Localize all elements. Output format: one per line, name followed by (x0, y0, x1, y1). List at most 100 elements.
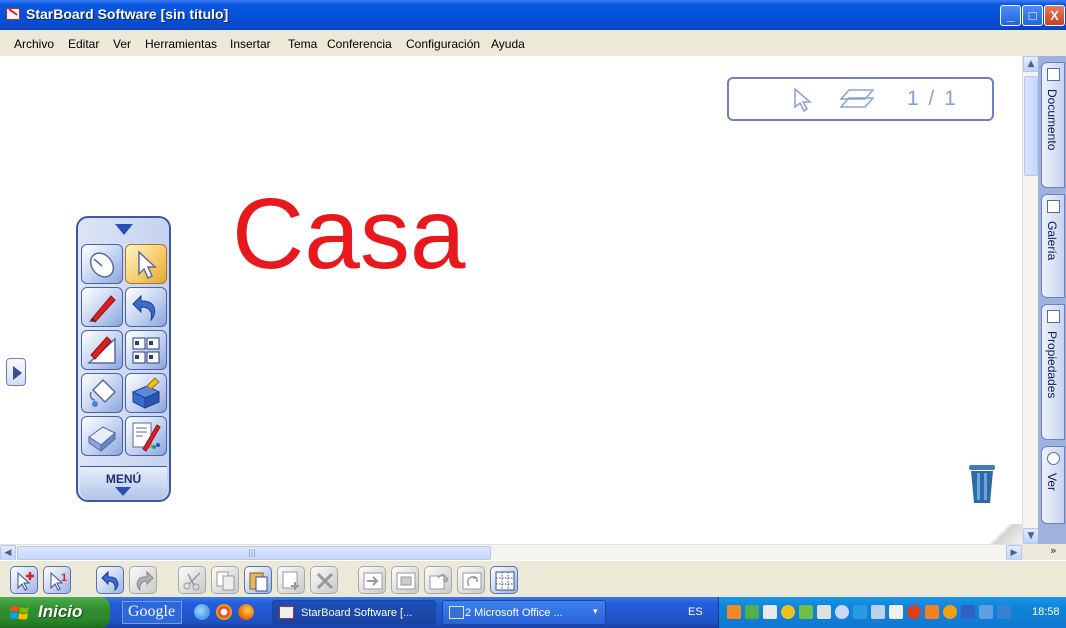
duplicate-icon (282, 571, 299, 590)
horizontal-scrollbar[interactable]: ◀ ||| ▶ (0, 544, 1022, 561)
task-starboard[interactable]: StarBoard Software [... (272, 600, 436, 625)
palette-menu-button[interactable]: MENÚ (80, 466, 167, 500)
menu-ayuda[interactable]: Ayuda (491, 37, 525, 51)
mouse-tool-button[interactable] (81, 244, 123, 284)
taskbar: Inicio Google StarBoard Software [... 2 … (0, 597, 1066, 628)
mouse-icon (89, 252, 115, 278)
canvas-text-casa[interactable]: Casa (232, 184, 465, 284)
tab-ver[interactable]: Ver (1041, 446, 1065, 524)
tray-starboard-icon[interactable] (763, 605, 777, 619)
properties-icon (1047, 310, 1060, 323)
horizontal-scroll-thumb[interactable]: ||| (17, 546, 491, 560)
tray-search-icon[interactable] (835, 605, 849, 619)
view-icon (1047, 452, 1060, 465)
select-arrow-icon[interactable] (793, 87, 813, 113)
toolbox-tool-button[interactable] (125, 373, 167, 413)
layers-icon[interactable] (839, 87, 875, 111)
menu-archivo[interactable]: Archivo (14, 37, 54, 51)
scroll-up-button[interactable]: ▲ (1023, 56, 1039, 72)
chevron-down-icon (115, 487, 131, 496)
side-panel: Documento Galería Propiedades Ver (1038, 56, 1066, 544)
copy-button[interactable] (211, 566, 239, 594)
panel-expand-corner[interactable]: » (1022, 544, 1066, 560)
tray-wireless-icon[interactable] (871, 605, 885, 619)
first-page-button[interactable]: 1 (43, 566, 71, 594)
start-button[interactable]: Inicio (0, 597, 110, 628)
tray-connection-icon[interactable] (853, 605, 867, 619)
tray-messenger-icon[interactable] (943, 605, 957, 619)
pen-tool-button[interactable] (81, 287, 123, 327)
tray-alert-icon[interactable] (925, 605, 939, 619)
page-navigator: 1 / 1 (727, 77, 994, 121)
pointer-tool-button[interactable] (125, 244, 167, 284)
collapse-palette-icon[interactable] (115, 224, 133, 235)
pen-ruler-tool-button[interactable] (81, 330, 123, 370)
google-toolbar[interactable]: Google (122, 601, 182, 624)
internet-explorer-icon[interactable] (194, 604, 210, 620)
eraser-tool-button[interactable] (81, 416, 123, 456)
flip-button[interactable] (457, 566, 485, 594)
tray-security-icon[interactable] (907, 605, 921, 619)
scroll-left-button[interactable]: ◀ (0, 545, 16, 561)
redo-button[interactable] (129, 566, 157, 594)
menu-tema[interactable]: Tema (288, 37, 317, 51)
tray-app-icon[interactable] (727, 605, 741, 619)
menu-herramientas[interactable]: Herramientas (145, 37, 217, 51)
trash-bin-icon[interactable] (968, 463, 996, 505)
tray-update-icon[interactable] (799, 605, 813, 619)
grid-button[interactable] (490, 566, 518, 594)
tray-volume-icon[interactable] (889, 605, 903, 619)
undo-button[interactable] (96, 566, 124, 594)
tray-shield-icon[interactable] (781, 605, 795, 619)
clock[interactable]: 18:58 (1032, 606, 1060, 618)
tray-network-icon[interactable] (745, 605, 759, 619)
media-player-icon[interactable] (216, 604, 232, 620)
menu-conferencia[interactable]: Conferencia (327, 37, 392, 51)
tray-display-icon[interactable] (961, 605, 975, 619)
cut-button[interactable] (178, 566, 206, 594)
vertical-scrollbar[interactable]: ▲ ▼ (1022, 56, 1039, 544)
delete-button[interactable] (310, 566, 338, 594)
menu-editar[interactable]: Editar (68, 37, 99, 51)
firefox-icon[interactable] (238, 604, 254, 620)
tray-pen-icon[interactable] (817, 605, 831, 619)
palette-menu-label: MENÚ (105, 472, 142, 486)
minimize-button[interactable]: _ (1000, 5, 1021, 26)
paste-icon (249, 572, 268, 592)
menu-insertar[interactable]: Insertar (230, 37, 271, 51)
pen-settings-tool-button[interactable] (125, 416, 167, 456)
expand-left-button[interactable] (6, 358, 26, 386)
tray-monitor-icon[interactable] (979, 605, 993, 619)
page-sorter-tool-button[interactable] (125, 330, 167, 370)
vertical-scroll-thumb[interactable] (1024, 76, 1038, 176)
new-page-button[interactable] (10, 566, 38, 594)
redo-icon (136, 570, 154, 592)
pen-icon (89, 295, 116, 323)
close-button[interactable]: X (1044, 5, 1065, 26)
double-chevron-icon[interactable]: » (1050, 544, 1057, 557)
menu-ver[interactable]: Ver (113, 37, 131, 51)
task-office[interactable]: 2 Microsoft Office ... ▾ (442, 600, 606, 625)
paste-button[interactable] (244, 566, 272, 594)
duplicate-button[interactable] (277, 566, 305, 594)
tab-propiedades[interactable]: Propiedades (1041, 304, 1065, 440)
page-indicator: 1 / 1 (907, 87, 958, 110)
language-indicator[interactable]: ES (688, 606, 703, 618)
tray-device-icon[interactable] (997, 605, 1011, 619)
bring-front-button[interactable] (391, 566, 419, 594)
undo-tool-button[interactable] (125, 287, 167, 327)
delete-icon (316, 572, 334, 590)
fill-tool-button[interactable] (81, 373, 123, 413)
menu-configuracion[interactable]: Configuración (406, 37, 480, 51)
task-starboard-label: StarBoard Software [... (301, 607, 413, 619)
scroll-right-button[interactable]: ▶ (1006, 545, 1022, 561)
send-back-button[interactable] (358, 566, 386, 594)
scroll-down-button[interactable]: ▼ (1023, 528, 1039, 544)
rotate-button[interactable] (424, 566, 452, 594)
pen-ruler-icon (87, 336, 116, 364)
maximize-button[interactable]: □ (1022, 5, 1043, 26)
tab-galeria[interactable]: Galería (1041, 194, 1065, 298)
page-curl[interactable] (980, 524, 1022, 544)
tab-documento[interactable]: Documento (1041, 62, 1065, 188)
title-bar: StarBoard Software [sin título] _ □ X (0, 0, 1066, 30)
